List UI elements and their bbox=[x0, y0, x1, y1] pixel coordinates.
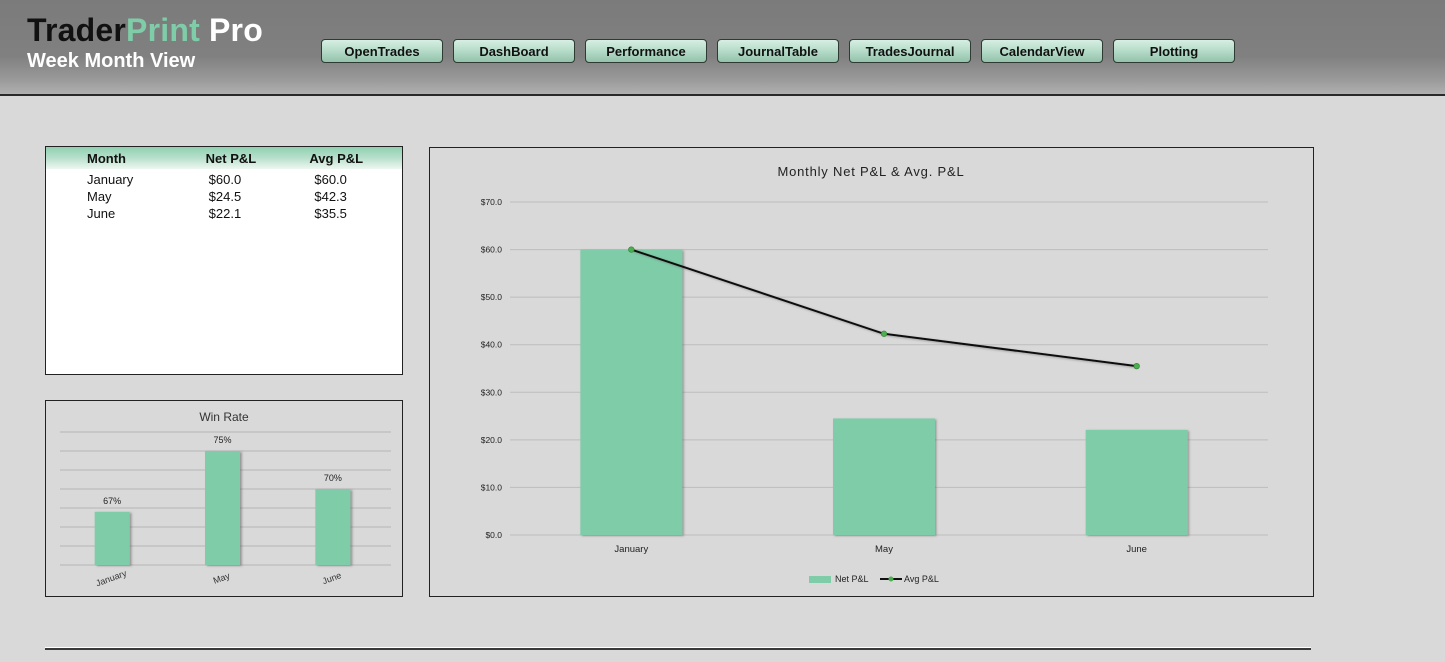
monthly-pl-net-bar bbox=[833, 418, 935, 535]
win-rate-chart: Win Rate 67% 75% 70% January May June bbox=[60, 410, 391, 589]
monthly-pl-avg-marker bbox=[628, 246, 635, 253]
win-rate-x-tick: June bbox=[321, 570, 343, 586]
column-header-net-pl: Net P&L bbox=[205, 150, 257, 166]
legend-label-net-pl: Net P&L bbox=[835, 574, 869, 584]
cell-avg-pl: $60.0 bbox=[314, 172, 347, 187]
brand-part-1: Trader bbox=[27, 12, 127, 48]
monthly-summary-table: Month Net P&L Avg P&L January $60.0 $60.… bbox=[45, 146, 403, 375]
table-row: June $22.1 $35.5 bbox=[46, 205, 402, 222]
legend-swatch-net-pl bbox=[809, 576, 831, 583]
table-row: May $24.5 $42.3 bbox=[46, 188, 402, 205]
monthly-pl-x-tick: January bbox=[614, 544, 648, 555]
cell-net-pl: $24.5 bbox=[208, 189, 242, 204]
cell-avg-pl: $35.5 bbox=[314, 206, 347, 221]
monthly-pl-y-tick: $20.0 bbox=[481, 435, 503, 445]
monthly-pl-net-bar bbox=[580, 249, 683, 536]
monthly-pl-x-tick: May bbox=[875, 544, 893, 555]
win-rate-bar bbox=[205, 451, 240, 565]
cell-month: May bbox=[87, 189, 112, 204]
column-header-month: Month bbox=[87, 150, 126, 166]
monthly-pl-avg-line bbox=[631, 248, 1137, 368]
cell-month: January bbox=[87, 172, 134, 187]
brand-logo: TraderPrint Pro bbox=[27, 12, 263, 48]
cell-net-pl: $60.0 bbox=[208, 172, 242, 187]
win-rate-data-label: 75% bbox=[213, 435, 231, 445]
monthly-pl-avg-marker bbox=[1133, 363, 1140, 370]
nav-bar: OpenTrades DashBoard Performance Journal… bbox=[321, 39, 1235, 63]
monthly-pl-chart: Monthly Net P&L & Avg. P&L $0.0 $10.0 $20.… bbox=[481, 164, 1268, 584]
nav-button-tradesjournal[interactable]: TradesJournal bbox=[849, 39, 971, 63]
table-header-row: Month Net P&L Avg P&L bbox=[46, 147, 402, 169]
monthly-pl-y-tick: $40.0 bbox=[481, 340, 503, 350]
table-row: January $60.0 $60.0 bbox=[46, 171, 402, 188]
win-rate-x-tick: May bbox=[212, 570, 232, 585]
cell-net-pl: $22.1 bbox=[208, 206, 242, 221]
win-rate-x-tick: January bbox=[94, 568, 128, 589]
monthly-pl-y-tick: $0.0 bbox=[485, 530, 502, 540]
monthly-pl-y-tick: $50.0 bbox=[481, 292, 503, 302]
legend-label-avg-pl: Avg P&L bbox=[904, 574, 939, 584]
monthly-pl-y-tick: $70.0 bbox=[481, 197, 503, 207]
page-title: Week Month View bbox=[27, 50, 196, 72]
nav-button-plotting[interactable]: Plotting bbox=[1113, 39, 1235, 63]
brand-part-3: Pro bbox=[199, 12, 263, 48]
monthly-pl-chart-panel: Monthly Net P&L & Avg. P&L $0.0 $10.0 $20.… bbox=[429, 147, 1314, 597]
nav-button-opentrades[interactable]: OpenTrades bbox=[321, 39, 443, 63]
win-rate-data-label: 67% bbox=[103, 496, 121, 506]
win-rate-bar bbox=[315, 489, 351, 565]
column-header-avg-pl: Avg P&L bbox=[309, 150, 364, 166]
win-rate-title: Win Rate bbox=[199, 410, 249, 424]
nav-button-calendarview[interactable]: CalendarView bbox=[981, 39, 1103, 63]
nav-button-performance[interactable]: Performance bbox=[585, 39, 707, 63]
monthly-pl-x-tick: June bbox=[1126, 544, 1147, 555]
monthly-pl-y-tick: $60.0 bbox=[481, 245, 503, 255]
app-header: TraderPrint Pro Week Month View OpenTrad… bbox=[0, 0, 1445, 96]
monthly-pl-avg-marker bbox=[880, 330, 888, 337]
nav-button-dashboard[interactable]: DashBoard bbox=[453, 39, 575, 63]
nav-button-journaltable[interactable]: JournalTable bbox=[717, 39, 839, 63]
monthly-pl-net-bar bbox=[1085, 429, 1188, 535]
monthly-pl-y-tick: $10.0 bbox=[481, 482, 503, 492]
cell-avg-pl: $42.3 bbox=[314, 189, 347, 204]
footer-divider bbox=[45, 647, 1311, 650]
monthly-pl-title: Monthly Net P&L & Avg. P&L bbox=[777, 164, 964, 179]
legend-marker-avg-pl bbox=[888, 576, 894, 582]
monthly-pl-y-tick: $30.0 bbox=[481, 387, 503, 397]
win-rate-chart-panel: Win Rate 67% 75% 70% January May June bbox=[45, 400, 403, 597]
win-rate-data-label: 70% bbox=[324, 473, 342, 483]
cell-month: June bbox=[87, 206, 116, 221]
win-rate-bar bbox=[94, 511, 130, 565]
brand-part-2: Print bbox=[126, 12, 200, 48]
